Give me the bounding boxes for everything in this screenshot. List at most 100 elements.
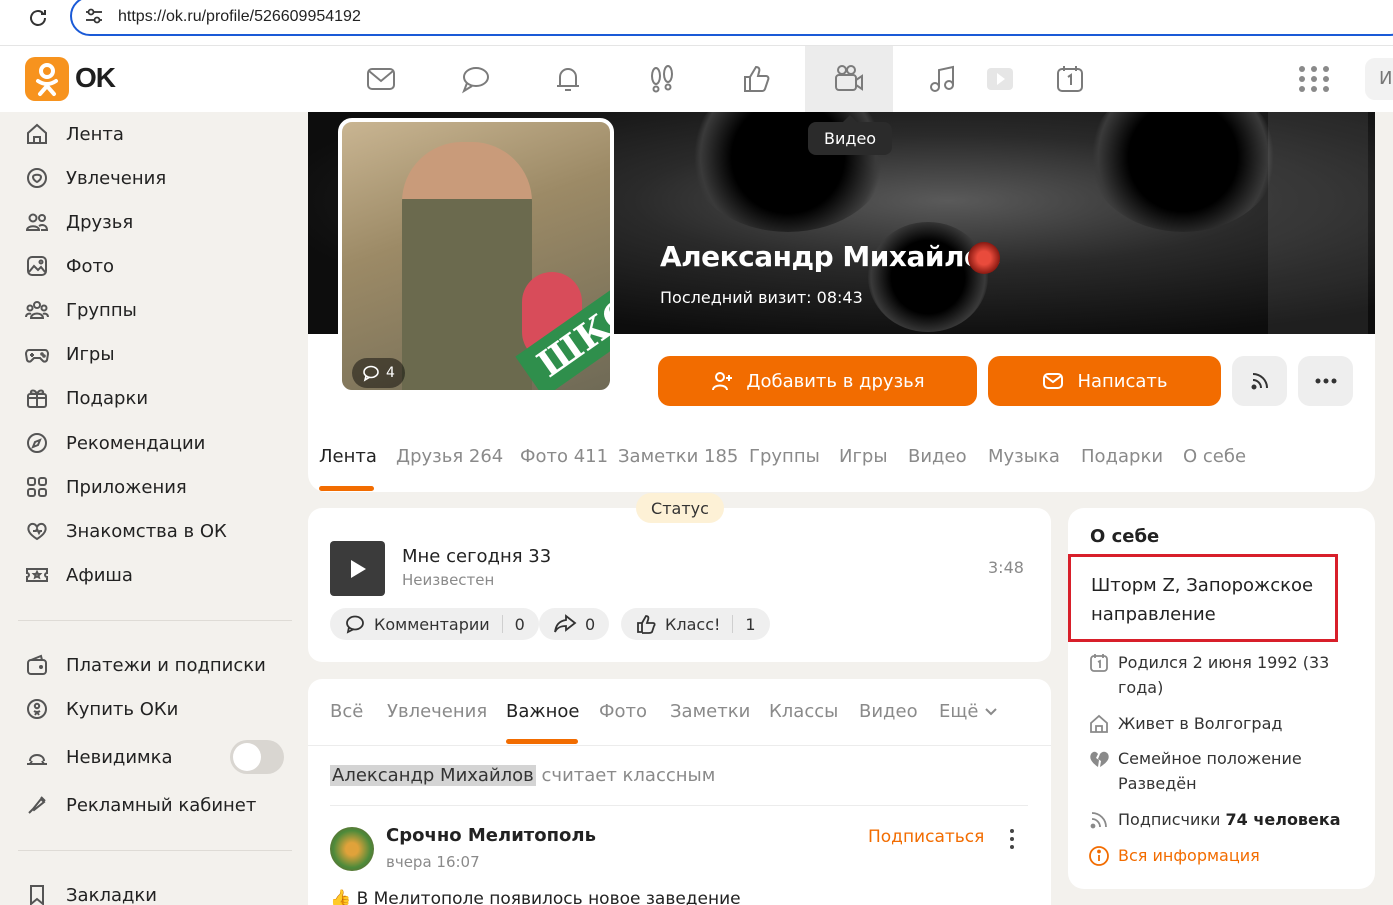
music-note-icon bbox=[930, 65, 954, 92]
tab-groups[interactable]: Группы bbox=[749, 446, 820, 467]
friends-icon bbox=[25, 213, 49, 231]
tab-photo[interactable]: Фото 411 bbox=[520, 446, 608, 467]
apps-grid-icon[interactable] bbox=[1294, 64, 1334, 94]
about-all-info-label: Вся информация bbox=[1118, 846, 1260, 865]
button-separator bbox=[732, 615, 734, 633]
cover-decoration bbox=[868, 222, 988, 332]
status-card: Мне сегодня 33 Неизвестен 3:48 Комментар… bbox=[308, 508, 1051, 662]
play-button[interactable] bbox=[330, 541, 385, 596]
tab-music[interactable]: Музыка bbox=[988, 446, 1060, 467]
invisible-toggle[interactable] bbox=[230, 740, 284, 774]
tab-feed[interactable]: Лента bbox=[319, 446, 377, 467]
subscribe-feed-button[interactable] bbox=[1232, 356, 1287, 406]
sidebar-item-label: Увлечения bbox=[66, 167, 167, 189]
post-author[interactable]: Срочно Мелитополь bbox=[386, 825, 596, 846]
subscribe-button[interactable]: Подписаться bbox=[868, 827, 984, 847]
logo-text[interactable]: OK bbox=[75, 62, 116, 94]
hobby-icon bbox=[27, 168, 47, 188]
megaphone-icon bbox=[28, 796, 46, 814]
track-title[interactable]: Мне сегодня 33 bbox=[402, 546, 551, 567]
liked-user-name[interactable]: Александр Михайлов bbox=[330, 765, 536, 786]
share-button[interactable]: 0 bbox=[539, 608, 610, 640]
feed-tab-important[interactable]: Важное bbox=[506, 701, 579, 722]
site-info-icon[interactable] bbox=[84, 7, 104, 25]
tab-about[interactable]: О себе bbox=[1183, 446, 1246, 467]
envelope-icon bbox=[367, 68, 395, 90]
profile-name: Александр Михайлов bbox=[660, 240, 1000, 273]
about-subscribers-value: 74 человека bbox=[1225, 810, 1341, 829]
ticket-icon bbox=[26, 568, 48, 582]
sidebar-item-photo[interactable]: Фото bbox=[24, 246, 294, 286]
more-actions-button[interactable] bbox=[1298, 356, 1353, 406]
about-location-text: Живет в Волгоград bbox=[1118, 714, 1283, 733]
sidebar-item-apps[interactable]: Приложения bbox=[24, 467, 294, 507]
profile-header-card: ШКО 4 Видео Александр Михайлов Последний… bbox=[308, 112, 1375, 492]
sidebar-item-gifts[interactable]: Подарки bbox=[24, 378, 294, 418]
avatar-comments-button[interactable]: 4 bbox=[352, 358, 405, 388]
sidebar-item-bookmarks[interactable]: Закладки bbox=[24, 875, 294, 905]
nav-discussions[interactable] bbox=[431, 46, 519, 112]
sidebar-item-afisha[interactable]: Афиша bbox=[24, 555, 294, 595]
nav-messages[interactable] bbox=[337, 46, 425, 112]
sidebar-item-payments[interactable]: Платежи и подписки bbox=[24, 645, 294, 685]
search-input[interactable]: И bbox=[1365, 58, 1393, 100]
sidebar-item-hobbies[interactable]: Увлечения bbox=[24, 158, 294, 198]
about-family-text: Семейное положение Разведён bbox=[1118, 746, 1302, 796]
about-card: О себе Шторм Z, Запорожское направление … bbox=[1068, 508, 1375, 889]
about-birthday: Родился 2 июня 1992 (33 года) bbox=[1088, 650, 1348, 700]
rss-icon bbox=[1090, 812, 1107, 829]
wallet-icon bbox=[27, 654, 47, 675]
post-author-avatar[interactable] bbox=[330, 827, 374, 871]
address-bar[interactable]: https://ok.ru/profile/526609954192 bbox=[70, 0, 1393, 36]
play-tile-icon bbox=[987, 68, 1013, 90]
about-subscribers[interactable]: Подписчики 74 человека bbox=[1088, 807, 1348, 832]
feed-tab-all[interactable]: Всё bbox=[330, 701, 363, 722]
tab-notes[interactable]: Заметки 185 bbox=[618, 446, 738, 467]
nav-likes[interactable] bbox=[712, 46, 800, 112]
sidebar-item-games[interactable]: Игры bbox=[24, 334, 294, 374]
sidebar-item-dating[interactable]: Знакомства в ОК bbox=[24, 511, 294, 551]
nav-notifications[interactable] bbox=[524, 46, 612, 112]
feed-tab-more[interactable]: Ещё bbox=[939, 701, 998, 722]
tab-friends[interactable]: Друзья 264 bbox=[396, 446, 503, 467]
likes-count: 1 bbox=[745, 614, 756, 634]
comments-button[interactable]: Комментарии 0 bbox=[330, 608, 539, 640]
tab-video[interactable]: Видео bbox=[908, 446, 967, 467]
write-message-button[interactable]: Написать bbox=[988, 356, 1221, 406]
like-button[interactable]: Класс! 1 bbox=[621, 608, 770, 640]
sidebar-item-label: Фото bbox=[66, 255, 115, 277]
sidebar-item-friends[interactable]: Друзья bbox=[24, 202, 294, 242]
sidebar-item-label: Купить ОКи bbox=[66, 698, 179, 720]
sidebar-item-buy-oki[interactable]: Купить ОКи bbox=[24, 689, 294, 729]
sidebar-divider bbox=[18, 850, 292, 851]
bell-icon bbox=[557, 68, 579, 91]
reload-icon[interactable] bbox=[26, 6, 50, 30]
sidebar-item-recommendations[interactable]: Рекомендации bbox=[24, 423, 294, 463]
ok-logo-icon[interactable] bbox=[25, 57, 69, 101]
feed-tab-notes[interactable]: Заметки bbox=[670, 701, 750, 722]
nav-calendar[interactable] bbox=[1026, 46, 1114, 112]
rose-badge-icon[interactable] bbox=[968, 242, 1000, 274]
feed-tab-hobbies[interactable]: Увлечения bbox=[387, 701, 487, 722]
like-label: Класс! bbox=[665, 614, 721, 634]
about-subscribers-text: Подписчики 74 человека bbox=[1118, 807, 1341, 832]
more-vertical-icon[interactable] bbox=[1006, 827, 1018, 851]
feed-tab-photo[interactable]: Фото bbox=[599, 701, 647, 722]
feed-tab-video[interactable]: Видео bbox=[859, 701, 918, 722]
add-friend-button[interactable]: Добавить в друзья bbox=[658, 356, 977, 406]
profile-avatar[interactable]: ШКО 4 bbox=[338, 118, 614, 394]
sidebar-item-feed[interactable]: Лента bbox=[24, 114, 294, 154]
about-title: О себе bbox=[1090, 526, 1160, 547]
nav-guests[interactable] bbox=[618, 46, 706, 112]
sidebar-item-ads[interactable]: Рекламный кабинет bbox=[24, 785, 294, 825]
about-all-info-link[interactable]: Вся информация bbox=[1088, 843, 1348, 868]
invisible-icon bbox=[27, 754, 47, 765]
sidebar-item-groups[interactable]: Группы bbox=[24, 290, 294, 330]
tab-games[interactable]: Игры bbox=[839, 446, 888, 467]
feed-divider bbox=[330, 805, 1028, 806]
profile-tabs: Лента Друзья 264 Фото 411 Заметки 185 Гр… bbox=[308, 442, 1375, 492]
nav-video[interactable] bbox=[805, 46, 893, 112]
tab-gifts[interactable]: Подарки bbox=[1081, 446, 1163, 467]
feed-tab-likes[interactable]: Классы bbox=[769, 701, 838, 722]
url-text[interactable]: https://ok.ru/profile/526609954192 bbox=[118, 8, 361, 26]
